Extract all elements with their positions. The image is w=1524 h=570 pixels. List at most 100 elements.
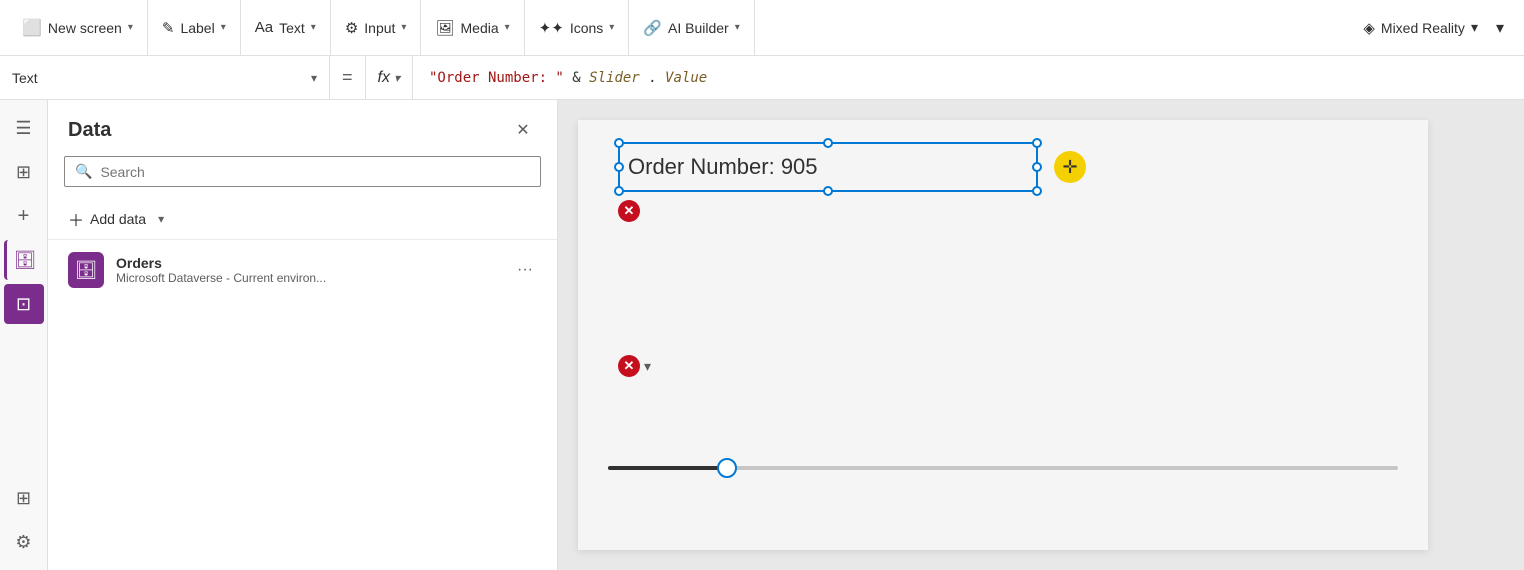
handle bl[interactable] xyxy=(614,186,624,196)
icons-chevron-icon: ▾ xyxy=(609,22,614,33)
text-element-container[interactable]: Order Number: 905 ✛ xyxy=(618,142,1038,192)
move-cursor-icon: ✛ xyxy=(1054,151,1086,183)
add-data-icon: ＋ xyxy=(68,207,84,231)
handle mr[interactable] xyxy=(1032,162,1042,172)
label-icon: ✎ xyxy=(162,19,175,37)
media-chevron-icon: ▾ xyxy=(505,22,510,33)
search-box[interactable]: 🔍 xyxy=(64,156,541,187)
slider-error-chevron-icon[interactable]: ▾ xyxy=(644,358,651,375)
text-element-error-close-button[interactable]: ✕ xyxy=(618,200,640,222)
toolbar-more-icon[interactable]: ▾ xyxy=(1496,18,1504,38)
input-label: Input xyxy=(364,20,395,36)
slider-error-controls: ✕ ▾ xyxy=(618,355,651,377)
handle tc[interactable] xyxy=(823,138,833,148)
add-data-button[interactable]: ＋ Add data ▾ xyxy=(48,199,557,240)
icons-label: Icons xyxy=(570,20,603,36)
orders-ds-icon: 🗄 xyxy=(68,252,104,288)
sidebar-item-settings[interactable]: ⚙ xyxy=(4,522,44,562)
slider-track xyxy=(608,466,1398,470)
formula-identifier: Slider xyxy=(589,70,640,86)
new-screen-button[interactable]: ⬜ New screen ▾ xyxy=(8,0,148,56)
slider-thumb[interactable] xyxy=(717,458,737,478)
sidebar-item-menu[interactable]: ☰ xyxy=(4,108,44,148)
layers-icon: ⊞ xyxy=(16,162,31,183)
input-chevron-icon: ▾ xyxy=(401,22,406,33)
new-screen-label: New screen xyxy=(48,20,122,36)
icon-sidebar: ☰ ⊞ + 🗄 ⊡ ⊞ ⚙ xyxy=(0,100,48,570)
icons-icon: ✦✦ xyxy=(539,19,564,37)
canvas-area[interactable]: Order Number: 905 ✛ ✕ ✕ ▾ xyxy=(558,100,1524,570)
active-icon: ⊡ xyxy=(16,294,31,315)
mixed-reality-button[interactable]: ◈ Mixed Reality ▾ ▾ xyxy=(1351,0,1516,56)
text-label: Text xyxy=(279,20,305,36)
input-button[interactable]: ⚙ Input ▾ xyxy=(331,0,422,56)
formula-property-chevron-icon[interactable]: ▾ xyxy=(311,71,317,85)
handle bc[interactable] xyxy=(823,186,833,196)
handle ml[interactable] xyxy=(614,162,624,172)
ai-builder-label: AI Builder xyxy=(668,20,729,36)
handle tl[interactable] xyxy=(614,138,624,148)
data-panel-close-button[interactable]: ✕ xyxy=(509,116,537,144)
hamburger-icon: ☰ xyxy=(15,118,31,139)
add-icon: + xyxy=(18,205,30,228)
close-icon: ✕ xyxy=(516,120,529,140)
sidebar-item-active[interactable]: ⊡ xyxy=(4,284,44,324)
settings-icon: ⚙ xyxy=(15,532,31,553)
formula-property-value: Text xyxy=(12,70,305,86)
formula-operator: & xyxy=(572,70,589,86)
add-data-chevron-icon: ▾ xyxy=(158,212,164,226)
mixed-reality-chevron-icon: ▾ xyxy=(1471,19,1478,36)
text-button[interactable]: Aa Text ▾ xyxy=(241,0,331,56)
formula-fx-chevron-icon[interactable]: ▾ xyxy=(394,71,400,85)
data-panel-title: Data xyxy=(68,119,111,142)
text-element-value: Order Number: 905 xyxy=(628,154,818,180)
search-input[interactable] xyxy=(100,164,530,180)
sidebar-item-layers[interactable]: ⊞ xyxy=(4,152,44,192)
formula-property-selector[interactable]: Text ▾ xyxy=(0,56,330,99)
data-icon: 🗄 xyxy=(14,250,37,271)
formula-equals: = xyxy=(330,56,366,99)
label-chevron-icon: ▾ xyxy=(221,22,226,33)
toolbar: ⬜ New screen ▾ ✎ Label ▾ Aa Text ▾ ⚙ Inp… xyxy=(0,0,1524,56)
label-label: Label xyxy=(180,20,214,36)
label-button[interactable]: ✎ Label ▾ xyxy=(148,0,241,56)
search-icon: 🔍 xyxy=(75,163,92,180)
sidebar-item-components[interactable]: ⊞ xyxy=(4,478,44,518)
canvas-frame: Order Number: 905 ✛ ✕ ✕ ▾ xyxy=(578,120,1428,550)
handle tr[interactable] xyxy=(1032,138,1042,148)
new-screen-chevron-icon: ▾ xyxy=(128,22,133,33)
formula-string-literal: "Order Number: " xyxy=(429,70,564,86)
formula-bar: Text ▾ = fx ▾ "Order Number: " & Slider … xyxy=(0,56,1524,100)
handle br[interactable] xyxy=(1032,186,1042,196)
components-icon: ⊞ xyxy=(16,488,31,509)
add-data-label: Add data xyxy=(90,211,146,227)
formula-expression[interactable]: "Order Number: " & Slider . Value xyxy=(413,70,1524,86)
formula-fx-button[interactable]: fx ▾ xyxy=(366,56,413,99)
mixed-reality-label: Mixed Reality xyxy=(1381,20,1465,36)
sidebar-item-add[interactable]: + xyxy=(4,196,44,236)
media-label: Media xyxy=(461,20,499,36)
formula-property-name: Value xyxy=(665,70,707,86)
text-element-selected[interactable]: Order Number: 905 ✛ xyxy=(618,142,1038,192)
slider-error-close-button[interactable]: ✕ xyxy=(618,355,640,377)
slider-element[interactable] xyxy=(608,466,1398,470)
text-icon: Aa xyxy=(255,19,273,36)
orders-ds-more-button[interactable]: ··· xyxy=(513,257,537,283)
database-icon: 🗄 xyxy=(75,260,98,281)
data-panel: Data ✕ 🔍 ＋ Add data ▾ 🗄 Orders Microsoft… xyxy=(48,100,558,570)
text-chevron-icon: ▾ xyxy=(311,22,316,33)
ai-builder-chevron-icon: ▾ xyxy=(735,22,740,33)
ai-builder-button[interactable]: 🔗 AI Builder ▾ xyxy=(629,0,754,56)
formula-dot: . xyxy=(648,70,656,86)
media-button[interactable]: 🖼 Media ▾ xyxy=(421,0,524,56)
text-element-error-controls: ✕ xyxy=(618,200,640,222)
ai-builder-icon: 🔗 xyxy=(643,19,662,37)
icons-button[interactable]: ✦✦ Icons ▾ xyxy=(525,0,630,56)
fx-label: fx xyxy=(378,69,390,87)
orders-ds-name: Orders xyxy=(116,255,501,271)
orders-ds-subtitle: Microsoft Dataverse - Current environ... xyxy=(116,271,501,285)
data-source-orders[interactable]: 🗄 Orders Microsoft Dataverse - Current e… xyxy=(48,240,557,300)
mixed-reality-icon: ◈ xyxy=(1363,19,1375,37)
orders-ds-info: Orders Microsoft Dataverse - Current env… xyxy=(116,255,501,285)
sidebar-item-data[interactable]: 🗄 xyxy=(4,240,44,280)
